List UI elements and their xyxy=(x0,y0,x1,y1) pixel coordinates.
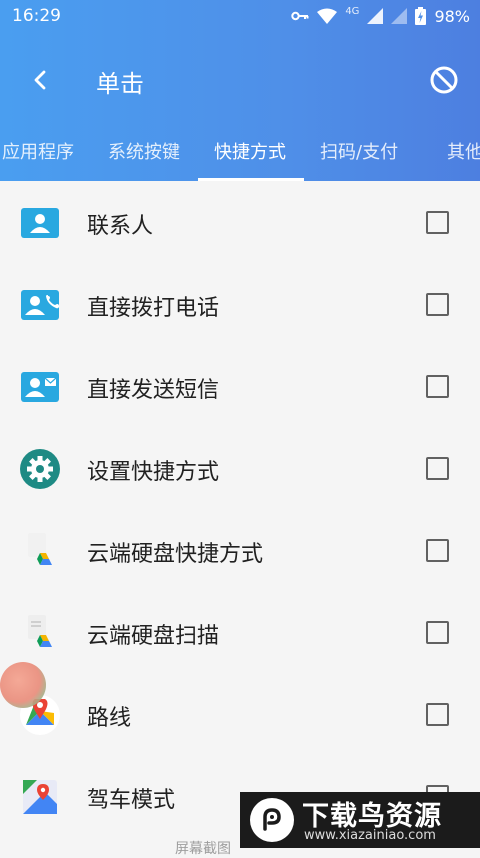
tab-apps[interactable]: 应用程序 xyxy=(2,138,74,164)
key-icon xyxy=(291,11,309,21)
signal-icon-2 xyxy=(391,8,408,24)
status-time: 16:29 xyxy=(12,6,61,26)
item-checkbox[interactable] xyxy=(426,375,449,398)
tab-scan-pay[interactable]: 扫码/支付 xyxy=(320,138,398,164)
status-bar: 16:29 4G 98% xyxy=(0,0,480,34)
item-checkbox[interactable] xyxy=(426,211,449,234)
network-badge: 4G xyxy=(345,5,360,17)
item-checkbox[interactable] xyxy=(426,703,449,726)
list-item[interactable]: 云端硬盘快捷方式 xyxy=(0,509,480,591)
app-bar: 单击 xyxy=(0,46,480,114)
contact-card-icon xyxy=(20,203,60,243)
watermark-logo-icon xyxy=(250,798,294,842)
status-icons: 4G 98% xyxy=(291,4,470,28)
item-label: 联系人 xyxy=(87,214,154,239)
contact-message-icon xyxy=(20,367,60,407)
list-item[interactable]: 直接发送短信 xyxy=(0,345,480,427)
item-label: 直接发送短信 xyxy=(87,378,220,403)
screenshot-caption: 屏幕截图 xyxy=(175,841,231,857)
item-checkbox[interactable] xyxy=(426,539,449,562)
battery-charging-icon xyxy=(415,7,427,25)
item-checkbox[interactable] xyxy=(426,621,449,644)
floating-fruit-ball[interactable] xyxy=(0,662,46,708)
item-label: 直接拨打电话 xyxy=(87,296,220,321)
settings-gear-icon xyxy=(20,449,60,489)
item-label: 云端硬盘快捷方式 xyxy=(87,542,264,567)
battery-percent: 98% xyxy=(434,6,470,26)
tab-other[interactable]: 其他 xyxy=(447,138,480,164)
item-checkbox[interactable] xyxy=(426,457,449,480)
google-drive-file-icon xyxy=(20,531,60,571)
wifi-icon xyxy=(317,8,338,24)
google-drive-scan-icon xyxy=(20,613,60,653)
list-item[interactable]: 联系人 xyxy=(0,181,480,263)
tab-shortcuts[interactable]: 快捷方式 xyxy=(214,138,286,164)
watermark-banner: 下载鸟资源 www.xiazainiao.com xyxy=(240,792,480,848)
item-label: 驾车模式 xyxy=(87,788,176,813)
item-checkbox[interactable] xyxy=(426,293,449,316)
item-label: 路线 xyxy=(87,706,132,731)
item-label: 设置快捷方式 xyxy=(87,460,220,485)
tab-system-keys[interactable]: 系统按键 xyxy=(108,138,180,164)
tab-bar: 应用程序 系统按键 快捷方式 扫码/支付 其他 xyxy=(0,120,480,181)
item-label: 云端硬盘扫描 xyxy=(87,624,220,649)
page-title: 单击 xyxy=(96,70,144,98)
maps-drive-icon xyxy=(20,777,60,817)
block-icon xyxy=(430,66,458,94)
contact-call-icon xyxy=(20,285,60,325)
list-item[interactable]: 云端硬盘扫描 xyxy=(0,591,480,673)
back-button[interactable] xyxy=(22,62,58,98)
disable-button[interactable] xyxy=(426,62,462,98)
back-arrow-icon xyxy=(34,70,46,90)
watermark-url: www.xiazainiao.com xyxy=(304,828,436,843)
list-item[interactable]: 路线 xyxy=(0,673,480,755)
header: 16:29 4G 98% 单击 应用程序 系统按键 快捷方式 扫码/支付 其他 xyxy=(0,0,480,181)
signal-icon xyxy=(367,8,384,24)
list-item[interactable]: 直接拨打电话 xyxy=(0,263,480,345)
list-item[interactable]: 设置快捷方式 xyxy=(0,427,480,509)
